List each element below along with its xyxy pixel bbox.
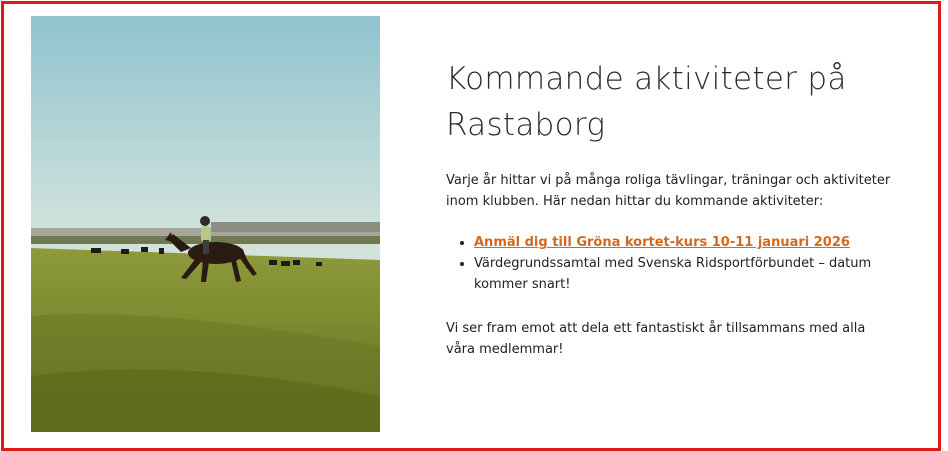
horse-rider-photo: [31, 16, 380, 432]
section-title: Kommande aktiviteter på Rastaborg: [446, 61, 847, 143]
green-card-course-link[interactable]: Anmäl dig till Gröna kortet-kurs 10-11 j…: [474, 235, 850, 250]
list-item: Anmäl dig till Gröna kortet-kurs 10-11 j…: [474, 232, 896, 253]
activities-content: Kommande aktiviteter på Rastaborg Varje …: [446, 56, 896, 360]
intro-text: Varje år hittar vi på många roliga tävli…: [446, 173, 891, 209]
activities-list: Anmäl dig till Gröna kortet-kurs 10-11 j…: [446, 232, 896, 295]
outro-text: Vi ser fram emot att dela ett fantastisk…: [446, 321, 866, 357]
list-item: Värdegrundssamtal med Svenska Ridsportfö…: [474, 253, 896, 295]
